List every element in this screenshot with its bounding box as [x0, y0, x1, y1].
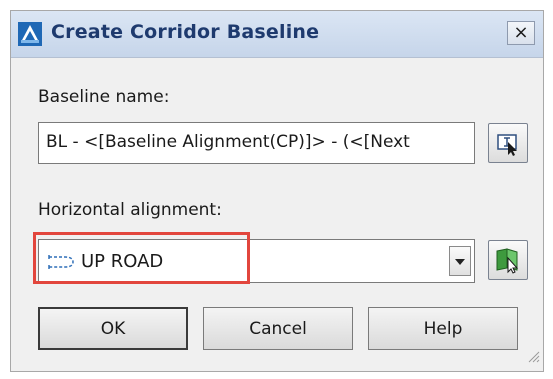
- horizontal-alignment-select[interactable]: UP ROAD: [38, 239, 475, 283]
- close-icon: ×: [513, 22, 529, 43]
- alignment-icon: [47, 253, 77, 275]
- baseline-name-input[interactable]: BL - <[Baseline Alignment(CP)]> - (<[Nex…: [38, 122, 475, 164]
- chevron-down-icon[interactable]: [449, 246, 471, 276]
- close-button[interactable]: ×: [507, 21, 535, 45]
- pick-from-drawing-icon: [496, 248, 519, 274]
- horizontal-alignment-label: Horizontal alignment:: [38, 200, 222, 220]
- help-button[interactable]: Help: [368, 307, 518, 350]
- title-bar[interactable]: Create Corridor Baseline ×: [11, 11, 543, 58]
- baseline-name-value: BL - <[Baseline Alignment(CP)]> - (<[Nex…: [46, 132, 410, 152]
- resize-grip-icon[interactable]: [526, 349, 540, 368]
- pick-alignment-from-drawing-button[interactable]: [488, 240, 528, 280]
- baseline-name-label: Baseline name:: [38, 87, 170, 107]
- cancel-button[interactable]: Cancel: [203, 307, 353, 350]
- horizontal-alignment-value: UP ROAD: [81, 251, 164, 272]
- ok-button[interactable]: OK: [38, 307, 188, 350]
- dialog-title: Create Corridor Baseline: [51, 21, 320, 43]
- create-corridor-baseline-dialog: Create Corridor Baseline × Baseline name…: [10, 10, 544, 372]
- civil3d-app-icon: [18, 22, 42, 46]
- name-template-icon: [497, 134, 517, 156]
- edit-name-template-button[interactable]: [488, 123, 528, 163]
